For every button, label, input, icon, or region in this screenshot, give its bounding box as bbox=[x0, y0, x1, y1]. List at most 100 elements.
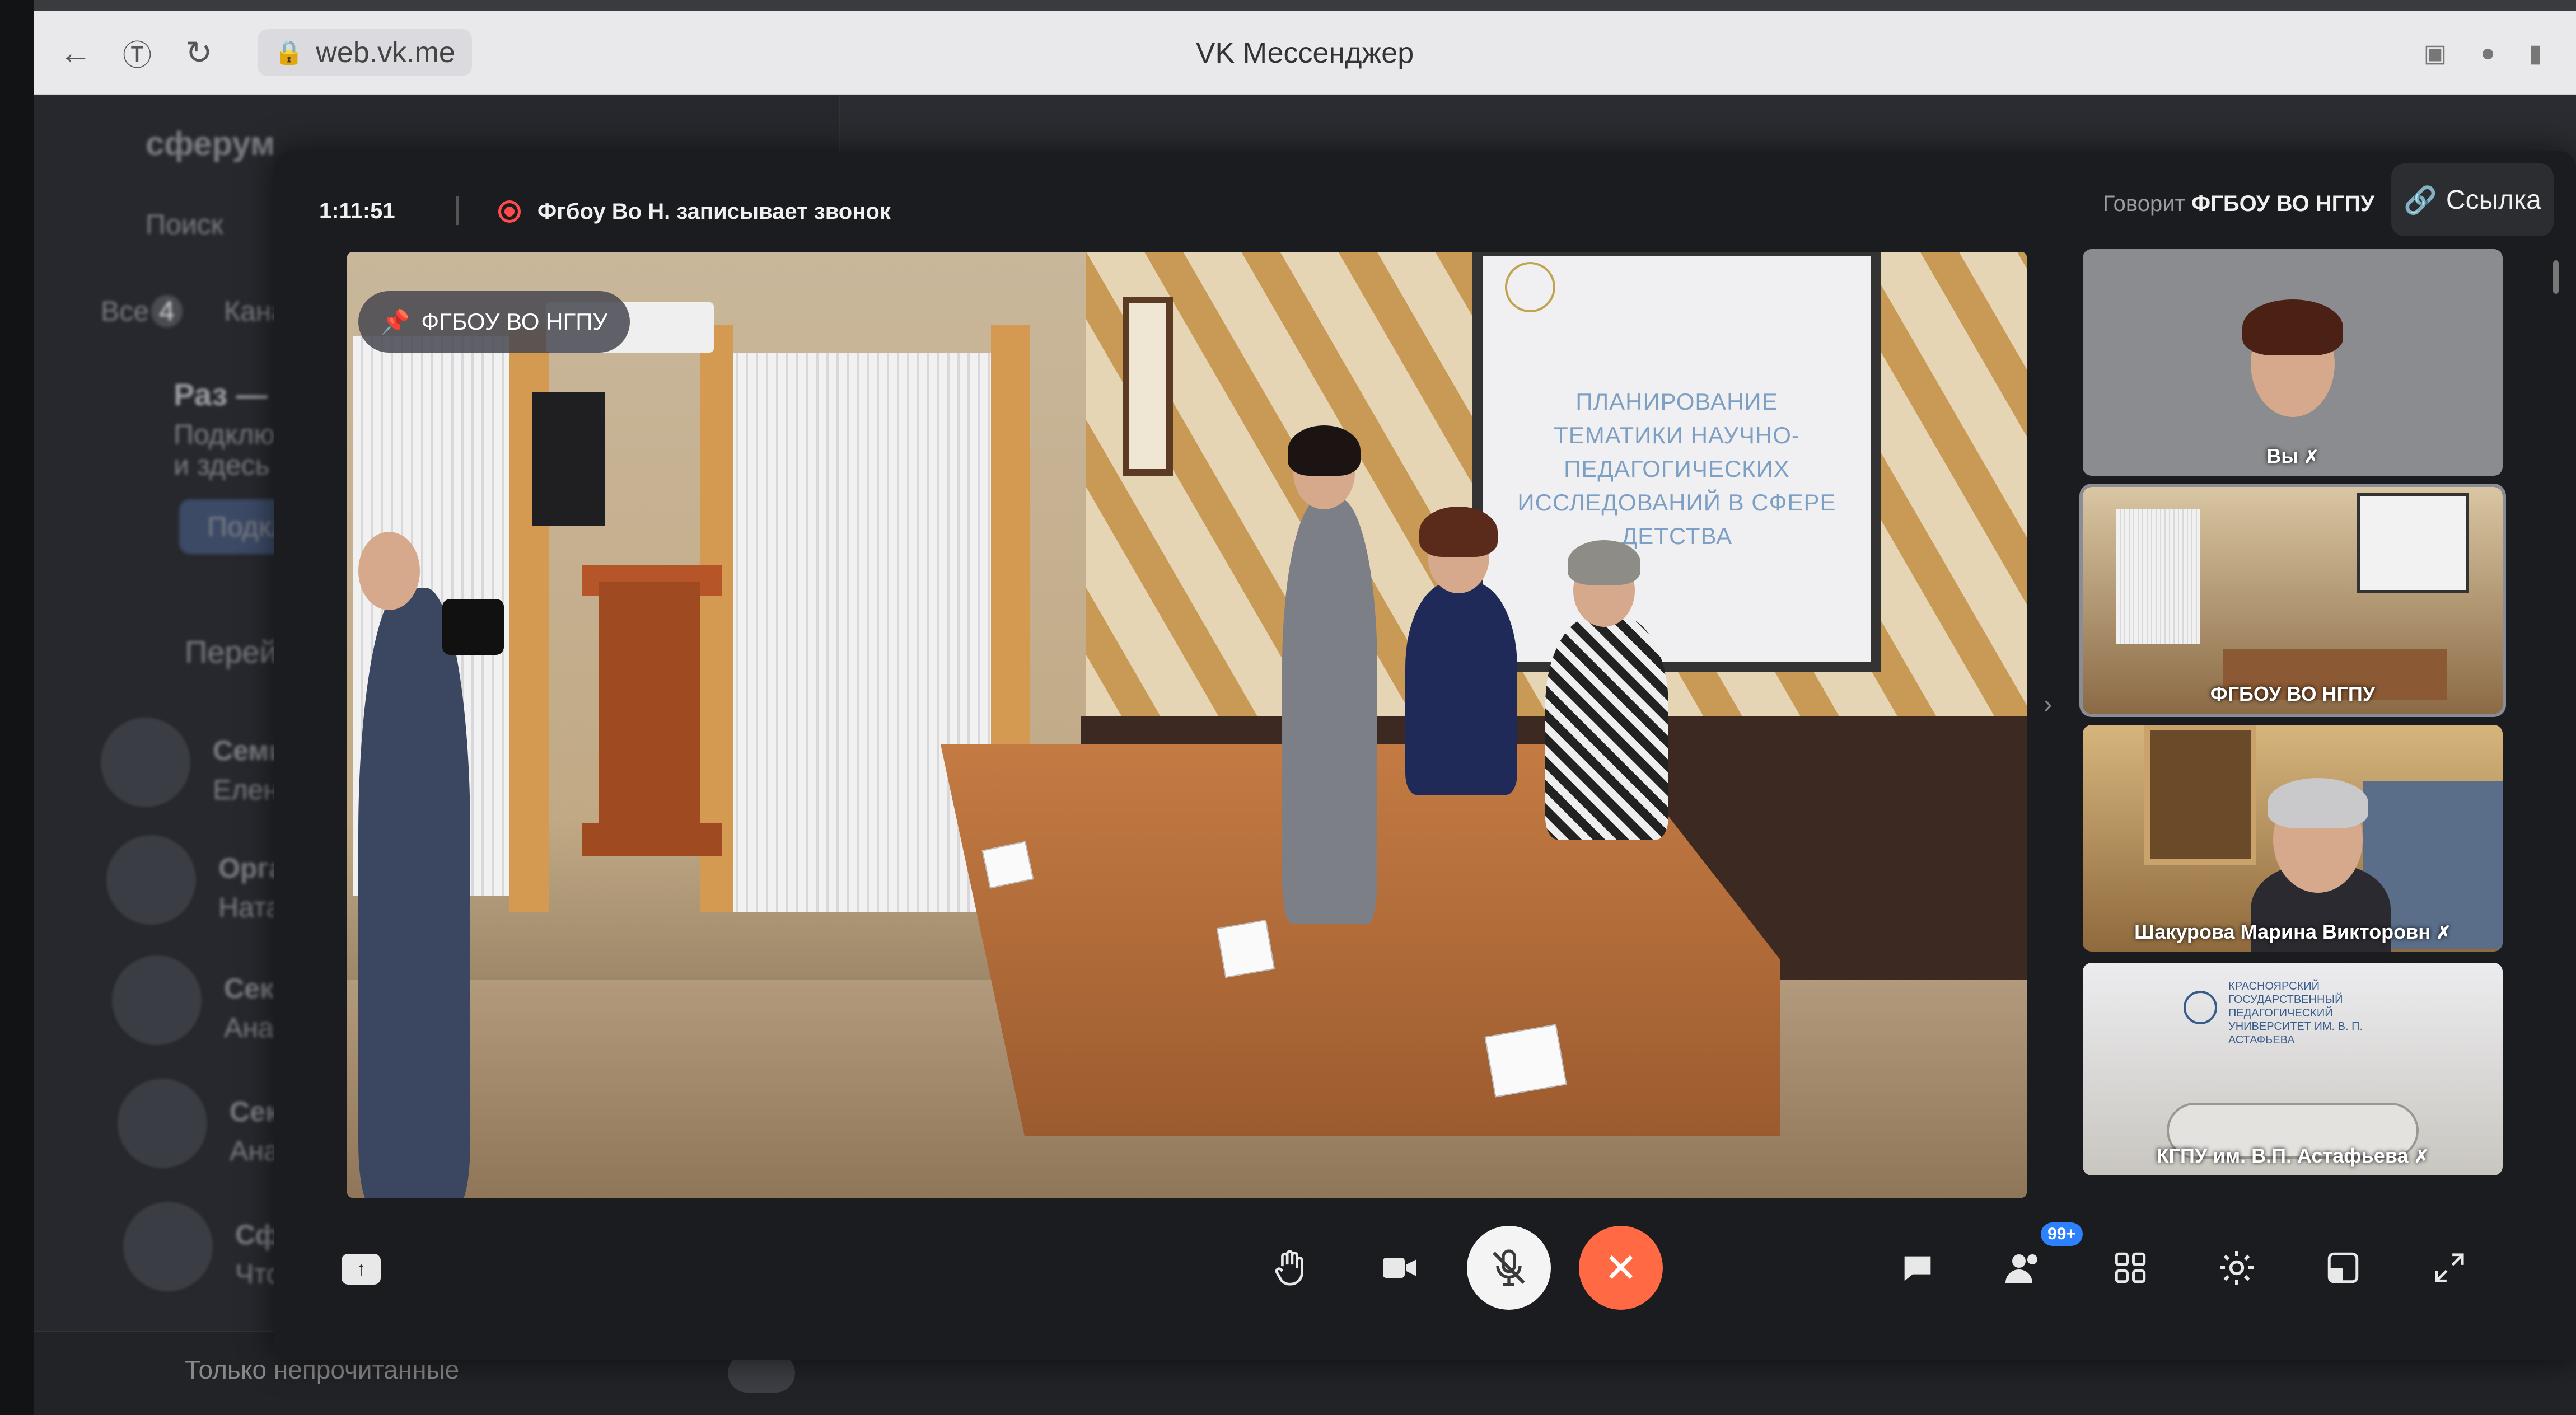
fullscreen-button[interactable] bbox=[2407, 1226, 2491, 1310]
participant-tile[interactable]: Вы ✗ bbox=[2083, 249, 2503, 476]
url-text: web.vk.me bbox=[316, 36, 455, 69]
call-timer: 1:11:51 bbox=[319, 199, 395, 223]
scene-podium bbox=[599, 582, 700, 823]
fullscreen-icon bbox=[2435, 1253, 2464, 1282]
settings-button[interactable] bbox=[2195, 1226, 2279, 1310]
address-bar[interactable]: 🔒 web.vk.me bbox=[258, 29, 472, 76]
chat-icon bbox=[1904, 1256, 1931, 1281]
chat-avatar bbox=[112, 955, 202, 1045]
scene-hair bbox=[1288, 425, 1361, 476]
scene-hair bbox=[1568, 540, 1640, 585]
pinned-name: ФГБОУ ВО НГПУ bbox=[421, 308, 608, 335]
participant-name: Шакурова Марина Викторовн ✗ bbox=[2083, 920, 2503, 944]
grid-view-button[interactable] bbox=[2088, 1226, 2172, 1310]
thumbnails-scrollbar[interactable] bbox=[2553, 260, 2559, 294]
microphone-button[interactable] bbox=[1467, 1226, 1551, 1310]
scene-blinds bbox=[728, 353, 991, 912]
copy-link-button[interactable]: 🔗 Ссылка bbox=[2391, 163, 2554, 236]
chat-avatar bbox=[118, 1079, 207, 1168]
scene-seated-woman-2 bbox=[1545, 616, 1668, 840]
link-label: Ссылка bbox=[2446, 185, 2541, 215]
bookmark-icon[interactable]: ▮ bbox=[2529, 39, 2542, 68]
scene-nameplate bbox=[1484, 1024, 1567, 1098]
speaker-prefix: Говорит bbox=[2102, 191, 2185, 216]
scene-hair bbox=[1419, 507, 1498, 557]
participant-name: Вы ✗ bbox=[2083, 444, 2503, 468]
link-icon: 🔗 bbox=[2404, 185, 2437, 215]
speaker-name: ФГБОУ ВО НГПУ bbox=[2191, 191, 2374, 216]
window-strip bbox=[34, 0, 2576, 11]
university-emblem bbox=[1505, 262, 1555, 312]
call-header: 1:11:51 Фгбоу Во Н. записывает звонок Го… bbox=[274, 151, 2576, 263]
participant-name: ФГБОУ ВО НГПУ bbox=[2083, 682, 2503, 706]
scene-seated-woman bbox=[1405, 582, 1517, 795]
chat-avatar bbox=[101, 718, 190, 807]
chevron-right-icon[interactable]: › bbox=[2044, 688, 2052, 719]
pinned-participant-label[interactable]: 📌 ФГБОУ ВО НГПУ bbox=[358, 291, 630, 353]
pin-icon: 📌 bbox=[381, 308, 410, 335]
thumb-blinds bbox=[2116, 509, 2200, 644]
projection-screen: ПЛАНИРОВАНИЕ ТЕМАТИКИ НАУЧНО-ПЕДАГОГИЧЕС… bbox=[1472, 252, 1881, 672]
thumb-emblem bbox=[2184, 991, 2217, 1024]
scene-photographer bbox=[358, 588, 470, 1198]
grid-icon bbox=[2115, 1252, 2146, 1283]
scene-frame bbox=[1123, 297, 1173, 476]
participants-icon bbox=[2005, 1254, 2037, 1283]
chat-button[interactable] bbox=[1876, 1226, 1960, 1310]
chat-avatar bbox=[106, 835, 196, 925]
lock-icon: 🔒 bbox=[274, 39, 304, 65]
participants-button[interactable]: 99+ bbox=[1982, 1222, 2083, 1310]
scene-speaker-woman bbox=[1282, 498, 1377, 924]
brand-logo: сферум bbox=[146, 125, 275, 162]
scene-camera bbox=[442, 599, 504, 655]
recording-status: Фгбоу Во Н. записывает звонок bbox=[537, 199, 891, 224]
share-screen-icon[interactable]: ↑ bbox=[342, 1254, 381, 1285]
browser-right-icons: ▣ ● ▮ bbox=[2424, 11, 2542, 95]
participant-name: КГПУ им. В.П. Астафьева ✗ bbox=[2083, 1144, 2503, 1168]
browser-toolbar: ← Ⓣ ↻ 🔒 web.vk.me VK Мессенджер ▣ ● ▮ bbox=[34, 11, 2576, 95]
scene-nameplate bbox=[1216, 919, 1275, 978]
slide-title: ПЛАНИРОВАНИЕ ТЕМАТИКИ НАУЧНО-ПЕДАГОГИЧЕС… bbox=[1517, 388, 1836, 549]
participant-name-text: ФГБОУ ВО НГПУ bbox=[2210, 682, 2376, 705]
mic-permission-icon[interactable]: ● bbox=[2480, 39, 2495, 67]
mic-off-icon: ✗ bbox=[2436, 922, 2451, 943]
participant-tile-active[interactable]: ФГБОУ ВО НГПУ bbox=[2079, 484, 2506, 717]
thumb-cabinet bbox=[2144, 725, 2256, 865]
camera-icon bbox=[1383, 1258, 1416, 1278]
participant-tile[interactable]: КРАСНОЯРСКИЙ ГОСУДАРСТВЕННЫЙ ПЕДАГОГИЧЕС… bbox=[2083, 963, 2503, 1175]
participant-name-text: Шакурова Марина Викторовн bbox=[2134, 920, 2431, 943]
settings-icon bbox=[2220, 1251, 2254, 1285]
recording-icon bbox=[498, 200, 521, 223]
chat-avatar bbox=[123, 1202, 213, 1291]
tab-all-count: 4 bbox=[151, 295, 183, 327]
promo-line-2: и здесь bbox=[174, 449, 270, 481]
active-speaker: Говорит ФГБОУ ВО НГПУ bbox=[2103, 191, 2374, 217]
tab-all[interactable]: Все bbox=[101, 295, 149, 327]
mic-off-icon: ✗ bbox=[2303, 447, 2319, 467]
main-video-stream[interactable]: ПЛАНИРОВАНИЕ ТЕМАТИКИ НАУЧНО-ПЕДАГОГИЧЕС… bbox=[347, 252, 2027, 1198]
mic-off-icon bbox=[1493, 1249, 1525, 1286]
thumb-banner: КРАСНОЯРСКИЙ ГОСУДАРСТВЕННЫЙ ПЕДАГОГИЧЕС… bbox=[2228, 980, 2363, 1046]
divider bbox=[456, 196, 459, 225]
hangup-button[interactable]: ✕ bbox=[1579, 1226, 1663, 1310]
scene-podium-base bbox=[582, 823, 722, 856]
participant-tile[interactable]: Шакурова Марина Викторовн ✗ bbox=[2083, 725, 2503, 952]
layout-button[interactable] bbox=[2301, 1226, 2385, 1310]
back-arrow-icon[interactable]: ← bbox=[50, 27, 101, 78]
search-ghost[interactable]: Поиск bbox=[146, 208, 223, 241]
scene-head bbox=[358, 532, 420, 610]
yandex-icon[interactable]: Ⓣ bbox=[112, 27, 162, 78]
camera-permission-icon[interactable]: ▣ bbox=[2424, 39, 2447, 68]
layout-icon bbox=[2327, 1252, 2359, 1283]
hangup-icon: ✕ bbox=[1603, 1246, 1638, 1291]
promo-line-1: Подклю bbox=[174, 419, 275, 450]
camera-button[interactable] bbox=[1358, 1226, 1442, 1310]
screen: ← Ⓣ ↻ 🔒 web.vk.me VK Мессенджер ▣ ● ▮ сф… bbox=[34, 0, 2576, 1415]
mic-off-icon: ✗ bbox=[2414, 1146, 2429, 1166]
hand-icon bbox=[1275, 1250, 1303, 1286]
scene-hair bbox=[2268, 778, 2368, 828]
thumb-projection bbox=[2357, 493, 2469, 593]
raise-hand-button[interactable] bbox=[1249, 1226, 1333, 1310]
reload-icon[interactable]: ↻ bbox=[174, 27, 224, 78]
scene-hair bbox=[2242, 299, 2343, 355]
